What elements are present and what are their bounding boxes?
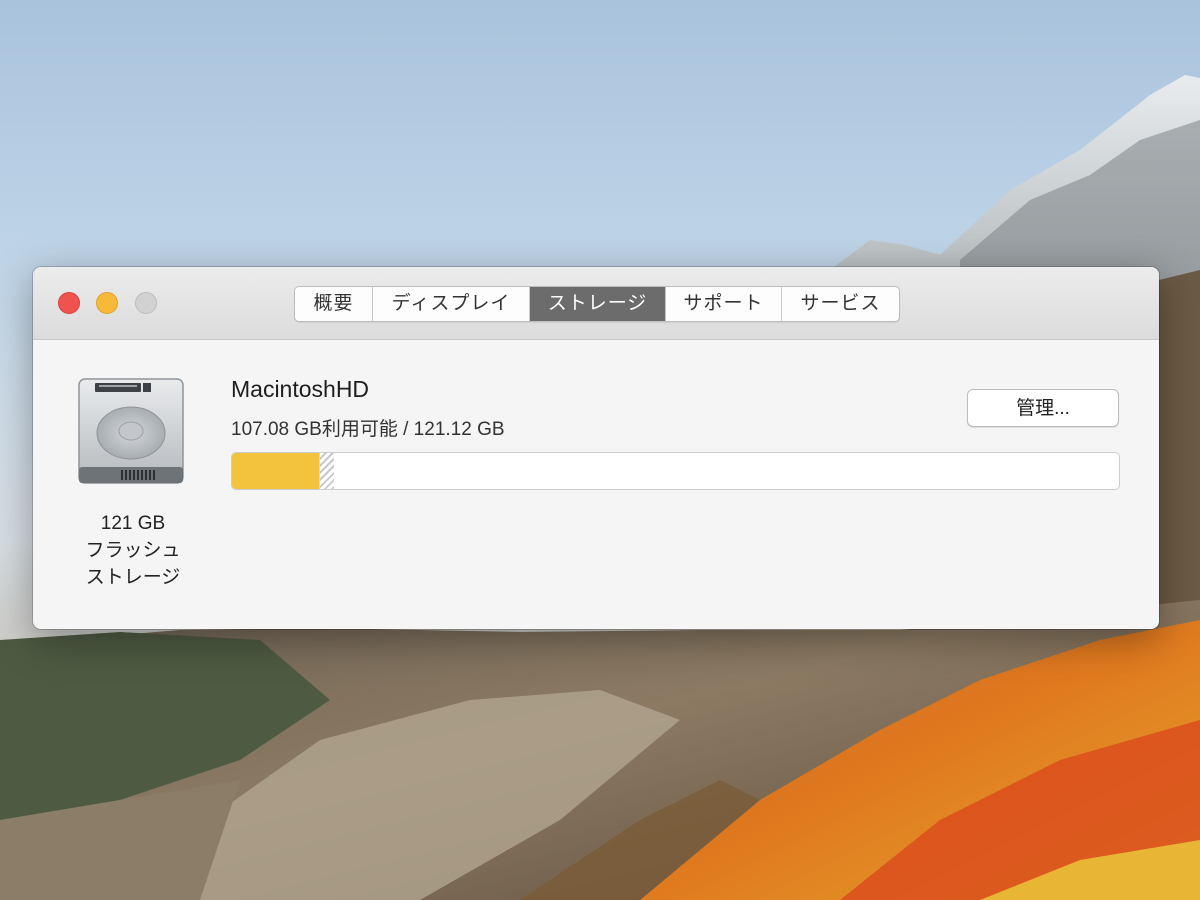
tab-bar: 概要 ディスプレイ ストレージ サポート サービス [294,286,900,322]
drive-capacity: 121 GB [100,513,166,534]
volume-name: MacintoshHD [231,376,370,402]
drive-caption: 121 GB フラッシュ ストレージ [63,510,203,591]
storage-bar-purgeable [319,453,334,489]
title-bar[interactable]: 概要 ディスプレイ ストレージ サポート サービス [33,267,1159,340]
tab-service[interactable]: サービス [782,287,899,321]
desktop: 概要 ディスプレイ ストレージ サポート サービス 121 GB フラッシュ ス… [0,0,1200,900]
about-this-mac-window: 概要 ディスプレイ ストレージ サポート サービス 121 GB フラッシュ ス… [33,267,1159,629]
tab-display[interactable]: ディスプレイ [373,287,530,321]
storage-bar[interactable] [231,452,1120,490]
storage-bar-used [232,453,319,489]
drive-type-line1: フラッシュ [85,540,181,561]
tab-storage[interactable]: ストレージ [530,287,666,321]
minimize-icon[interactable] [96,292,118,314]
manage-button[interactable]: 管理... [967,389,1119,427]
volume-usage: 107.08 GB利用可能 / 121.12 GB [231,419,505,440]
zoom-icon[interactable] [135,292,157,314]
tab-overview[interactable]: 概要 [295,287,373,321]
internal-drive-icon [78,378,184,484]
close-icon[interactable] [58,292,80,314]
drive-type-line2: ストレージ [85,567,181,588]
tab-support[interactable]: サポート [666,287,782,321]
storage-pane: 121 GB フラッシュ ストレージ MacintoshHD 107.08 GB… [33,340,1159,629]
